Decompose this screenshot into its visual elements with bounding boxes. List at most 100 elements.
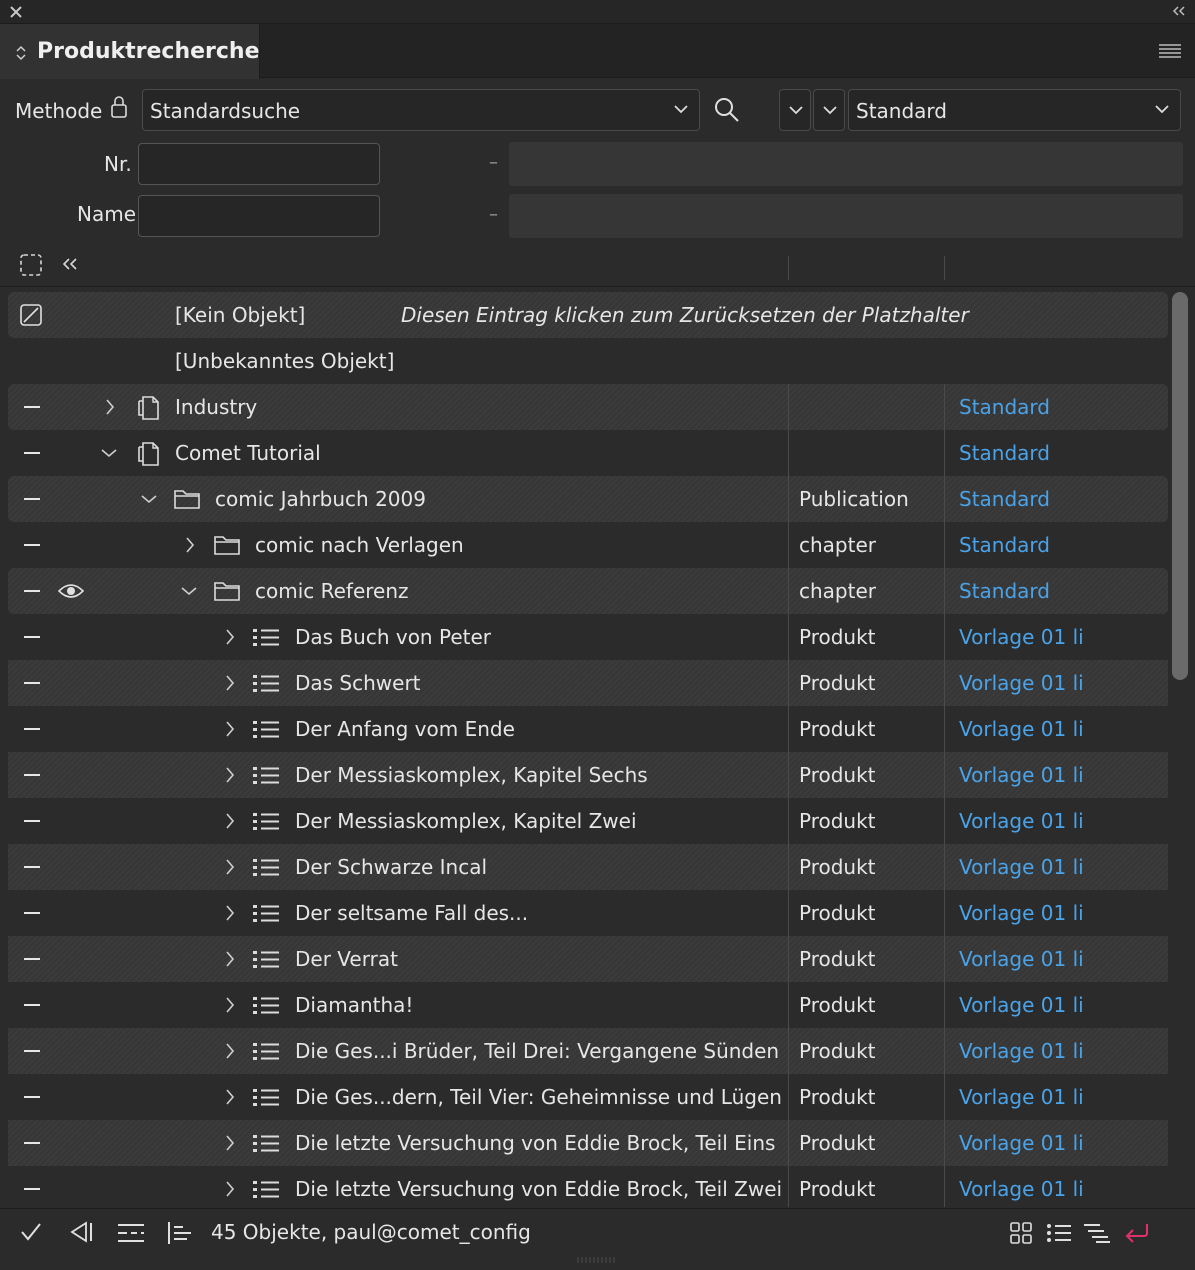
nr-to-field[interactable] [509, 142, 1183, 186]
chevron-right-icon[interactable] [225, 674, 235, 692]
checkmark-icon[interactable] [20, 1222, 42, 1242]
nr-label: Nr. [104, 152, 132, 176]
collapse-all-icon[interactable] [62, 257, 78, 271]
table-row[interactable]: Industry Standard [8, 384, 1168, 430]
row-template[interactable]: Vorlage 01 li [959, 982, 1084, 1028]
search-icon[interactable] [714, 97, 740, 123]
chevron-right-icon[interactable] [225, 766, 235, 784]
tree-view-icon[interactable] [1083, 1222, 1111, 1244]
chevron-right-icon[interactable] [225, 950, 235, 968]
column-separator[interactable] [944, 256, 945, 280]
row-template[interactable]: Vorlage 01 li [959, 890, 1084, 936]
row-template[interactable]: Standard [959, 522, 1050, 568]
row-template[interactable]: Vorlage 01 li [959, 1166, 1084, 1207]
row-template[interactable]: Vorlage 01 li [959, 844, 1084, 890]
cell-divider [944, 890, 945, 936]
select-all-icon[interactable] [20, 254, 42, 276]
grid-view-icon[interactable] [1009, 1221, 1033, 1245]
chevron-down-icon[interactable] [140, 494, 158, 504]
status-text: 45 Objekte, paul@comet_config [211, 1220, 531, 1244]
table-row[interactable]: Der seltsame Fall des... Produkt Vorlage 0… [8, 890, 1168, 936]
method-select[interactable]: Standardsuche [142, 89, 700, 131]
row-template[interactable]: Vorlage 01 li [959, 1074, 1084, 1120]
list-item-unknown-object[interactable]: [Unbekanntes Objekt] [8, 338, 1168, 384]
double-chevron-left-icon[interactable] [1171, 4, 1187, 18]
row-type: Produkt [799, 993, 876, 1017]
cell-divider [944, 476, 945, 522]
eye-icon[interactable] [58, 582, 84, 600]
list-item-no-object[interactable]: [Kein Objekt] Diesen Eintrag klicken zum… [8, 292, 1168, 338]
row-template[interactable]: Vorlage 01 li [959, 1120, 1084, 1166]
chevron-right-icon[interactable] [225, 628, 235, 646]
chevron-down-icon[interactable] [100, 448, 118, 458]
view-select[interactable]: Standard [848, 89, 1181, 131]
hamburger-menu-icon[interactable] [1159, 44, 1181, 58]
table-row[interactable]: comic Jahrbuch 2009 Publication Standard [8, 476, 1168, 522]
chevron-right-icon[interactable] [225, 858, 235, 876]
row-template[interactable]: Standard [959, 384, 1050, 430]
name-to-field[interactable] [509, 194, 1183, 238]
table-row[interactable]: Der Anfang vom Ende Produkt Vorlage 01 li [8, 706, 1168, 752]
chevron-right-icon[interactable] [225, 1088, 235, 1106]
step-back-icon[interactable] [68, 1221, 94, 1243]
table-row[interactable]: comic Referenz chapter Standard [8, 568, 1168, 614]
row-template[interactable]: Standard [959, 476, 1050, 522]
chevron-right-icon[interactable] [185, 536, 195, 554]
column-separator[interactable] [788, 256, 789, 280]
row-template[interactable]: Vorlage 01 li [959, 706, 1084, 752]
table-row[interactable]: Diamantha! Produkt Vorlage 01 li [8, 982, 1168, 1028]
name-field[interactable] [138, 195, 380, 237]
nr-field[interactable] [138, 143, 380, 185]
chevron-right-icon[interactable] [225, 904, 235, 922]
chevron-right-icon[interactable] [105, 398, 115, 416]
table-row[interactable]: Das Buch von Peter Produkt Vorlage 01 li [8, 614, 1168, 660]
table-row[interactable]: Die Ges...i Brüder, Teil Drei: Vergangen… [8, 1028, 1168, 1074]
resize-grip-icon[interactable] [576, 1257, 616, 1263]
table-row[interactable]: comic nach Verlagen chapter Standard [8, 522, 1168, 568]
row-template[interactable]: Vorlage 01 li [959, 752, 1084, 798]
cell-divider [788, 844, 789, 890]
range-dash: – [489, 152, 498, 173]
row-template[interactable]: Vorlage 01 li [959, 798, 1084, 844]
table-row[interactable]: Das Schwert Produkt Vorlage 01 li [8, 660, 1168, 706]
row-template[interactable]: Vorlage 01 li [959, 614, 1084, 660]
table-row[interactable]: Der Verrat Produkt Vorlage 01 li [8, 936, 1168, 982]
chevron-right-icon[interactable] [225, 996, 235, 1014]
row-template[interactable]: Standard [959, 568, 1050, 614]
tab-bar: Produktrecherche [0, 24, 1195, 79]
table-row[interactable]: Der Messiaskomplex, Kapitel Sechs Produkt… [8, 752, 1168, 798]
previous-view-button[interactable] [779, 89, 811, 131]
row-name: comic Jahrbuch 2009 [215, 487, 426, 511]
chevron-right-icon[interactable] [225, 1134, 235, 1152]
tab-produktrecherche[interactable]: Produktrecherche [0, 24, 260, 79]
cell-divider [788, 936, 789, 982]
chevron-down-icon[interactable] [180, 586, 198, 596]
row-template[interactable]: Standard [959, 430, 1050, 476]
table-row[interactable]: Der Schwarze Incal Produkt Vorlage 01 li [8, 844, 1168, 890]
status-dash-icon [24, 774, 40, 776]
chevron-right-icon[interactable] [225, 1042, 235, 1060]
table-row[interactable]: Die letzte Versuchung von Eddie Brock, T… [8, 1120, 1168, 1166]
table-row[interactable]: Die Ges...dern, Teil Vier: Geheimnisse u… [8, 1074, 1168, 1120]
cell-divider [944, 614, 945, 660]
chevron-right-icon[interactable] [225, 1180, 235, 1198]
status-dash-icon [24, 406, 40, 408]
row-name: Industry [175, 395, 258, 419]
return-icon[interactable] [1123, 1221, 1151, 1245]
lock-icon[interactable] [110, 95, 128, 119]
chevron-right-icon[interactable] [225, 812, 235, 830]
row-template[interactable]: Vorlage 01 li [959, 660, 1084, 706]
row-type: Produkt [799, 625, 876, 649]
table-row[interactable]: Der Messiaskomplex, Kapitel Zwei Produkt V… [8, 798, 1168, 844]
table-row[interactable]: Die letzte Versuchung von Eddie Brock, T… [8, 1166, 1168, 1207]
list-scrollbar[interactable] [1172, 292, 1188, 680]
split-rows-icon[interactable] [117, 1223, 145, 1243]
next-view-button[interactable] [813, 89, 845, 131]
row-template[interactable]: Vorlage 01 li [959, 1028, 1084, 1074]
list-view-icon[interactable] [1046, 1222, 1072, 1244]
row-template[interactable]: Vorlage 01 li [959, 936, 1084, 982]
table-row[interactable]: Comet Tutorial Standard [8, 430, 1168, 476]
align-left-icon[interactable] [167, 1221, 195, 1245]
chevron-right-icon[interactable] [225, 720, 235, 738]
close-icon[interactable] [8, 4, 24, 20]
